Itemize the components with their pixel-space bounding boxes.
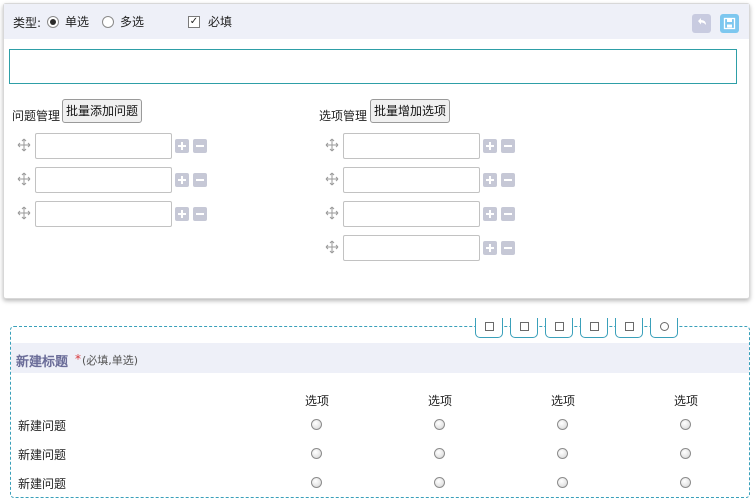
remove-icon[interactable] — [501, 139, 515, 153]
drag-handle-icon[interactable] — [17, 172, 31, 186]
add-icon[interactable] — [175, 207, 189, 221]
editor-toolbar: 类型: 单选 多选 ✓ 必填 — [4, 4, 749, 39]
required-checkbox[interactable]: ✓ — [188, 15, 200, 28]
required-mark: * — [75, 352, 81, 366]
type-label: 类型: — [13, 16, 42, 30]
add-icon[interactable] — [483, 241, 497, 255]
drag-handle-icon[interactable] — [17, 138, 31, 152]
edit-button[interactable] — [475, 318, 503, 338]
preview-radio[interactable] — [434, 448, 445, 459]
single-radio[interactable] — [47, 15, 59, 28]
type-multiple-option[interactable]: 多选 — [102, 13, 144, 30]
drag-handle-icon[interactable] — [325, 138, 339, 152]
remove-icon[interactable] — [501, 241, 515, 255]
copy-button[interactable] — [510, 318, 538, 338]
delete-button[interactable] — [650, 318, 678, 338]
move-down-icon — [555, 322, 564, 331]
multiple-label: 多选 — [120, 15, 145, 29]
preview-row-label: 新建问题 — [18, 477, 67, 491]
drag-handle-icon[interactable] — [325, 172, 339, 186]
required-option[interactable]: ✓ 必填 — [188, 13, 232, 30]
undo-button[interactable] — [692, 14, 711, 33]
column-header: 选项 — [673, 394, 698, 408]
option-section-label: 选项管理 — [319, 109, 368, 123]
preview-radio[interactable] — [434, 419, 445, 430]
preview-radio[interactable] — [680, 419, 691, 430]
save-icon — [723, 17, 736, 30]
option-input[interactable] — [343, 201, 480, 227]
edit-icon — [485, 322, 494, 331]
remove-icon[interactable] — [501, 207, 515, 221]
column-header: 选项 — [304, 394, 329, 408]
drag-handle-icon[interactable] — [325, 206, 339, 220]
preview-radio[interactable] — [680, 477, 691, 488]
preview-radio[interactable] — [434, 477, 445, 488]
save-button[interactable] — [720, 14, 739, 33]
bulk-add-options-button[interactable]: 批量增加选项 — [370, 99, 451, 123]
preview-note: (必填,单选) — [82, 354, 139, 367]
delete-icon — [660, 322, 669, 331]
add-icon[interactable] — [175, 139, 189, 153]
option-input[interactable] — [343, 235, 480, 261]
multiple-radio[interactable] — [102, 15, 114, 28]
add-icon[interactable] — [483, 173, 497, 187]
question-input[interactable] — [35, 201, 172, 227]
single-label: 单选 — [65, 15, 90, 29]
add-icon[interactable] — [175, 173, 189, 187]
preview-row-label: 新建问题 — [18, 448, 67, 462]
preview-radio[interactable] — [557, 419, 568, 430]
drag-handle-icon[interactable] — [325, 240, 339, 254]
duplicate-button[interactable] — [580, 318, 608, 338]
undo-icon — [698, 18, 706, 25]
preview-radio[interactable] — [680, 448, 691, 459]
remove-icon[interactable] — [501, 173, 515, 187]
required-label: 必填 — [208, 15, 233, 29]
preview-toolbar — [475, 318, 685, 338]
option-input[interactable] — [343, 133, 480, 159]
question-input[interactable] — [35, 167, 172, 193]
question-input[interactable] — [35, 133, 172, 159]
question-title-input[interactable] — [9, 49, 737, 84]
remove-icon[interactable] — [193, 207, 207, 221]
bulk-add-questions-button[interactable]: 批量添加问题 — [62, 99, 143, 123]
type-single-option[interactable]: 单选 — [47, 13, 89, 30]
add-icon[interactable] — [483, 207, 497, 221]
preview-radio[interactable] — [557, 477, 568, 488]
duplicate-icon — [590, 322, 599, 331]
question-editor: 类型: 单选 多选 ✓ 必填 问题管理 批量添加问题 选项管理 批量增加选项 — [3, 3, 750, 299]
paste-icon — [625, 322, 634, 331]
copy-icon — [520, 322, 529, 331]
preview-radio[interactable] — [311, 448, 322, 459]
option-input[interactable] — [343, 167, 480, 193]
add-icon[interactable] — [483, 139, 497, 153]
question-section-label: 问题管理 — [12, 109, 61, 123]
remove-icon[interactable] — [193, 139, 207, 153]
preview-radio[interactable] — [311, 477, 322, 488]
preview-row-label: 新建问题 — [18, 419, 67, 433]
preview-radio[interactable] — [557, 448, 568, 459]
paste-button[interactable] — [615, 318, 643, 338]
remove-icon[interactable] — [193, 173, 207, 187]
preview-title: 新建标题 — [16, 355, 69, 370]
preview-radio[interactable] — [311, 419, 322, 430]
column-header: 选项 — [550, 394, 575, 408]
column-header: 选项 — [427, 394, 452, 408]
drag-handle-icon[interactable] — [17, 206, 31, 220]
move-down-button[interactable] — [545, 318, 573, 338]
